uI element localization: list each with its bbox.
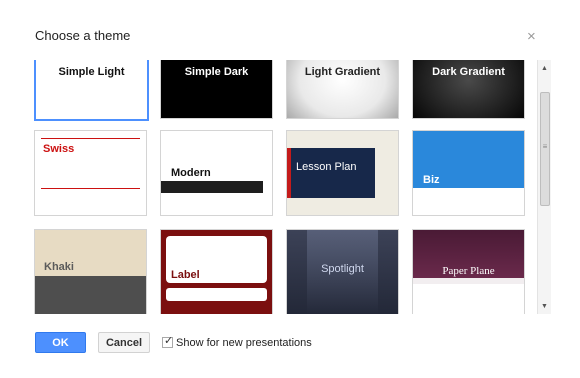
dialog-title: Choose a theme	[35, 28, 131, 43]
theme-name-label: Label	[171, 269, 200, 281]
modern-bar	[161, 181, 263, 193]
theme-biz[interactable]: Biz	[412, 130, 525, 216]
theme-name-label: Paper Plane	[442, 265, 495, 277]
theme-name-label: Simple Dark	[184, 66, 249, 78]
theme-paper-plane[interactable]: Paper Plane	[412, 229, 525, 314]
theme-name-label: Dark Gradient	[432, 66, 505, 78]
theme-name-label: Spotlight	[321, 263, 364, 275]
theme-light-gradient[interactable]: Light Gradient	[286, 60, 399, 119]
checkmark-icon: ✓	[164, 335, 174, 347]
ok-button[interactable]: OK	[35, 332, 86, 353]
theme-lesson-plan[interactable]: Lesson Plan	[286, 130, 399, 216]
theme-label[interactable]: Label	[160, 229, 273, 314]
theme-dark-gradient[interactable]: Dark Gradient	[412, 60, 525, 119]
theme-name-label: Khaki	[44, 261, 74, 273]
cancel-button[interactable]: Cancel	[98, 332, 150, 353]
lesson-accent-bar	[287, 148, 291, 198]
theme-modern[interactable]: Modern	[160, 130, 273, 216]
scrollbar-thumb[interactable]: ≡	[540, 92, 550, 206]
theme-spotlight[interactable]: Spotlight	[286, 229, 399, 314]
close-icon[interactable]: ×	[527, 29, 536, 44]
theme-name-label: Biz	[423, 174, 440, 186]
vertical-scrollbar[interactable]: ▲ ≡ ▼	[537, 60, 551, 314]
scroll-down-icon[interactable]: ▼	[538, 300, 551, 313]
paper-white-fold	[413, 278, 524, 284]
grip-icon: ≡	[542, 142, 548, 151]
theme-name-label: Lesson Plan	[296, 161, 357, 173]
swiss-top-rule	[41, 138, 140, 139]
theme-simple-light[interactable]: Simple Light	[34, 60, 149, 121]
theme-name-label: Simple Light	[58, 66, 125, 78]
scroll-up-icon[interactable]: ▲	[538, 62, 551, 75]
theme-name-label: Modern	[171, 167, 211, 179]
checkbox-label[interactable]: Show for new presentations	[176, 337, 312, 349]
theme-swiss[interactable]: Swiss	[34, 130, 147, 216]
swiss-bottom-rule	[41, 188, 140, 189]
theme-simple-dark[interactable]: Simple Dark	[160, 60, 273, 119]
theme-name-label: Light Gradient	[304, 66, 381, 78]
khaki-dark-band	[35, 276, 146, 314]
theme-grid: Simple Light Simple Dark Light Gradient …	[30, 60, 537, 314]
label-strip	[166, 288, 267, 301]
lesson-title-box	[287, 148, 375, 198]
show-for-new-presentations-checkbox[interactable]: ✓	[162, 335, 174, 348]
theme-name-label: Swiss	[43, 143, 75, 155]
theme-khaki[interactable]: Khaki	[34, 229, 147, 314]
